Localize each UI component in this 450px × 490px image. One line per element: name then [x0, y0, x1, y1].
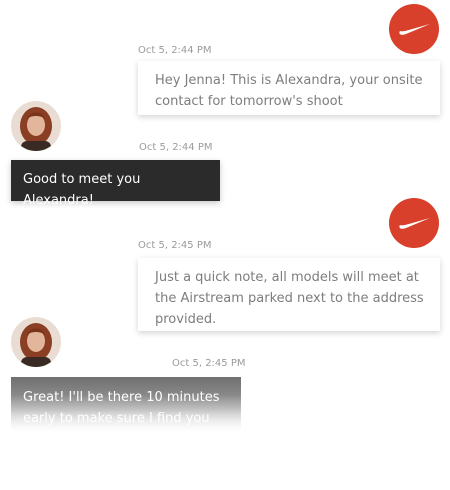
- incoming-message-bubble: Great! I'll be there 10 minutes early to…: [11, 377, 241, 435]
- brand-avatar: [389, 4, 439, 54]
- message-timestamp: Oct 5, 2:44 PM: [138, 45, 212, 56]
- message-timestamp: Oct 5, 2:45 PM: [172, 358, 246, 369]
- swoosh-icon: [399, 24, 430, 35]
- outgoing-message-bubble: Just a quick note, all models will meet …: [138, 258, 440, 331]
- swoosh-icon: [399, 218, 430, 229]
- incoming-message-bubble: Good to meet you Alexandra!: [11, 160, 220, 208]
- message-timestamp: Oct 5, 2:45 PM: [138, 240, 212, 251]
- profile-photo: [11, 101, 61, 151]
- outgoing-message-bubble: Hey Jenna! This is Alexandra, your onsit…: [138, 61, 440, 115]
- incoming-message-text: Great! I'll be there 10 minutes early to…: [23, 390, 220, 426]
- message-timestamp: Oct 5, 2:44 PM: [139, 142, 213, 153]
- brand-avatar: [389, 198, 439, 248]
- profile-photo: [11, 317, 61, 367]
- user-avatar: [11, 317, 61, 367]
- user-avatar: [11, 101, 61, 151]
